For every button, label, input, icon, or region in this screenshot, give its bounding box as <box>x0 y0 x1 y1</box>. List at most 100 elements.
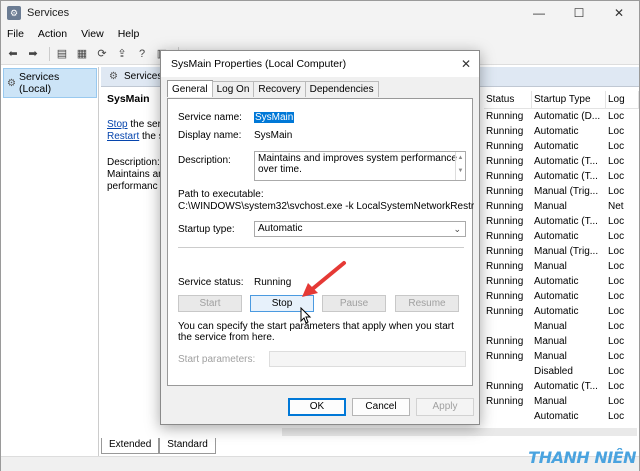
column-header-status[interactable]: Status <box>484 91 532 108</box>
scroll-down-icon[interactable]: ▼ <box>456 165 465 178</box>
cell-startup-type: Manual (Trig... <box>534 186 599 197</box>
service-status-value: Running <box>254 277 292 288</box>
display-name-label: Display name: <box>178 130 242 141</box>
table-row[interactable]: Running Automatic (T... Loc <box>484 214 639 229</box>
table-row[interactable]: Running Manual Loc <box>484 259 639 274</box>
cell-startup-type: Automatic (D... <box>534 111 601 122</box>
scroll-up-icon[interactable]: ▲ <box>456 152 465 165</box>
cancel-button[interactable]: Cancel <box>352 398 410 416</box>
cell-startup-type: Manual <box>534 351 567 362</box>
tab-dependencies[interactable]: Dependencies <box>304 81 379 97</box>
horizontal-scrollbar[interactable] <box>282 428 637 436</box>
table-row[interactable]: Manual Loc <box>484 319 639 334</box>
dialog-close-icon[interactable]: ✕ <box>457 55 475 73</box>
startup-type-select[interactable]: Automatic ⌄ <box>254 221 466 237</box>
table-row[interactable]: Running Automatic Loc <box>484 289 639 304</box>
table-row[interactable]: Running Automatic Loc <box>484 139 639 154</box>
section-divider <box>178 247 464 248</box>
restart-service-link[interactable]: Restart <box>107 131 139 142</box>
tab-standard[interactable]: Standard <box>159 438 216 454</box>
cell-startup-type: Automatic <box>534 306 579 317</box>
cell-status: Running <box>486 336 524 347</box>
maximize-icon[interactable]: ☐ <box>559 1 599 25</box>
cell-log-on: Loc <box>608 216 625 227</box>
resume-button[interactable]: Resume <box>395 295 459 312</box>
tab-recovery[interactable]: Recovery <box>253 81 306 97</box>
table-body: Running Automatic (D... Loc Running Automati… <box>484 109 639 424</box>
cell-log-on: Loc <box>608 246 625 257</box>
table-row[interactable]: Running Manual (Trig... Loc <box>484 184 639 199</box>
table-row[interactable]: Running Automatic Loc <box>484 229 639 244</box>
cell-log-on: Loc <box>608 261 625 272</box>
dialog-title: SysMain Properties (Local Computer) <box>161 51 479 77</box>
console-tree: ⚙ Services (Local) <box>2 67 99 459</box>
tree-item-services-local[interactable]: ⚙ Services (Local) <box>3 68 97 98</box>
table-row[interactable]: Disabled Loc <box>484 364 639 379</box>
table-row[interactable]: Running Manual (Trig... Loc <box>484 244 639 259</box>
export-list-icon[interactable]: ⇪ <box>114 46 130 62</box>
table-row[interactable]: Running Manual Loc <box>484 334 639 349</box>
stop-service-link[interactable]: Stop <box>107 119 128 130</box>
tab-log-on[interactable]: Log On <box>211 81 255 97</box>
column-header-log-on[interactable]: Log <box>606 91 639 108</box>
cell-log-on: Net <box>608 201 624 212</box>
window-title: Services <box>27 7 70 19</box>
cell-log-on: Loc <box>608 306 625 317</box>
properties-icon[interactable]: ▦ <box>74 46 90 62</box>
cell-status <box>484 409 532 424</box>
cell-status: Running <box>486 111 524 122</box>
menu-help[interactable]: Help <box>118 28 140 40</box>
table-row[interactable]: Running Automatic Loc <box>484 124 639 139</box>
cell-status: Running <box>486 381 524 392</box>
apply-button[interactable]: Apply <box>416 398 474 416</box>
menu-view[interactable]: View <box>81 28 104 40</box>
start-params-input[interactable] <box>269 351 466 367</box>
cell-status: Running <box>486 216 524 227</box>
cell-log-on: Loc <box>608 366 625 377</box>
cell-status: Running <box>486 156 524 167</box>
console-tree-icon[interactable]: ▤ <box>54 46 70 62</box>
services-app-icon: ⚙ <box>7 6 21 20</box>
cell-status <box>484 364 532 379</box>
forward-arrow-icon[interactable]: ➡ <box>25 46 41 62</box>
description-textbox[interactable]: Maintains and improves system performanc… <box>254 151 466 181</box>
description-scrollbar[interactable]: ▲ ▼ <box>455 152 465 180</box>
table-row[interactable]: Running Automatic (T... Loc <box>484 169 639 184</box>
refresh-icon[interactable]: ⟳ <box>94 46 110 62</box>
menu-file[interactable]: File <box>7 28 24 40</box>
table-row[interactable]: Running Manual Loc <box>484 349 639 364</box>
table-row[interactable]: Running Manual Loc <box>484 394 639 409</box>
cell-status: Running <box>486 306 524 317</box>
tab-extended[interactable]: Extended <box>101 438 160 454</box>
cell-log-on: Loc <box>608 276 625 287</box>
menu-action[interactable]: Action <box>38 28 67 40</box>
tab-general[interactable]: General <box>167 80 213 97</box>
start-params-label: Start parameters: <box>178 354 256 365</box>
table-row[interactable]: Running Manual Net <box>484 199 639 214</box>
cell-status: Running <box>486 231 524 242</box>
table-row[interactable]: Automatic Loc <box>484 409 639 424</box>
table-row[interactable]: Running Automatic Loc <box>484 274 639 289</box>
table-row[interactable]: Running Automatic Loc <box>484 304 639 319</box>
start-button[interactable]: Start <box>178 295 242 312</box>
service-name-field[interactable]: SysMain <box>254 112 295 123</box>
title-bar: ⚙ Services — ☐ ✕ <box>1 1 639 25</box>
column-header-startup-type[interactable]: Startup Type <box>532 91 606 108</box>
back-arrow-icon[interactable]: ⬅ <box>5 46 21 62</box>
cell-status: Running <box>486 351 524 362</box>
cell-status: Running <box>486 261 524 272</box>
cell-startup-type: Automatic (T... <box>534 216 598 227</box>
properties-dialog: SysMain Properties (Local Computer) ✕ Ge… <box>160 50 480 425</box>
cell-status: Running <box>486 201 524 212</box>
minimize-icon[interactable]: — <box>519 1 559 25</box>
ok-button[interactable]: OK <box>288 398 346 416</box>
help-icon[interactable]: ? <box>134 46 150 62</box>
close-icon[interactable]: ✕ <box>599 1 639 25</box>
cell-startup-type: Disabled <box>534 366 573 377</box>
table-row[interactable]: Running Automatic (T... Loc <box>484 154 639 169</box>
table-row[interactable]: Running Automatic (D... Loc <box>484 109 639 124</box>
table-row[interactable]: Running Automatic (T... Loc <box>484 379 639 394</box>
mouse-cursor-icon <box>300 307 312 324</box>
cell-status <box>484 319 532 334</box>
cell-status: Running <box>486 396 524 407</box>
